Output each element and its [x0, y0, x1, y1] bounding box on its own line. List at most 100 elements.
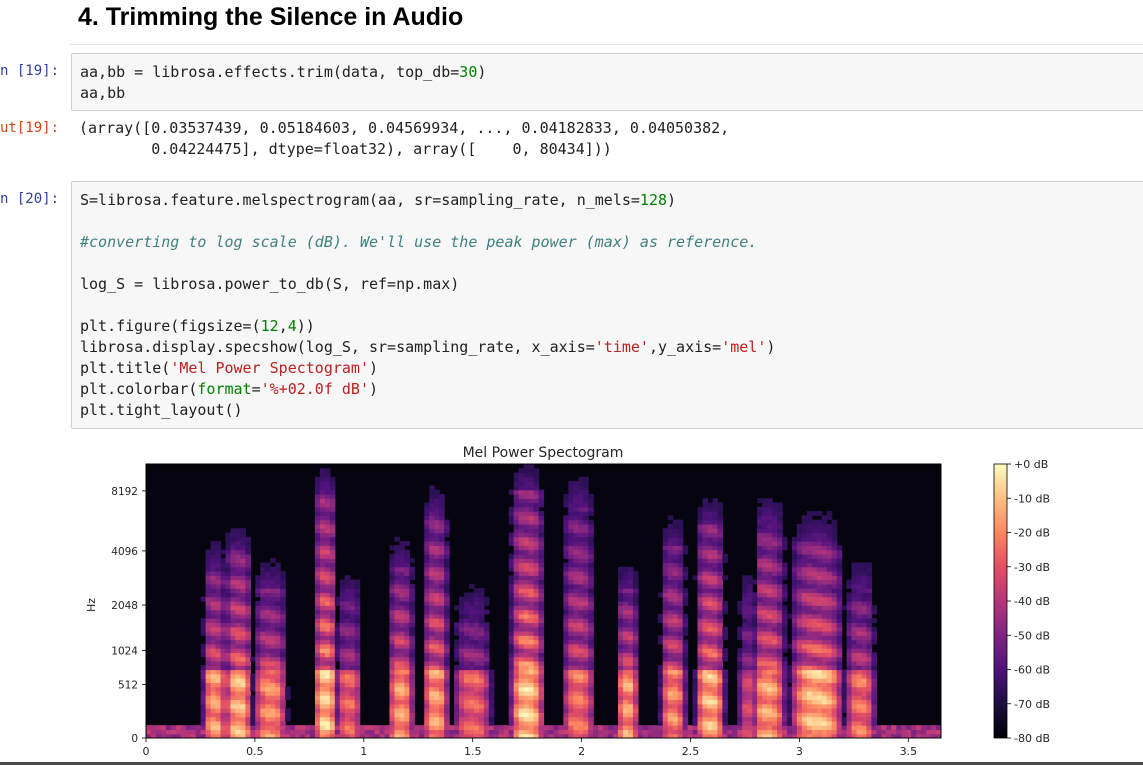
spectrogram-cell	[528, 665, 535, 671]
spectrogram-cell	[513, 583, 520, 589]
spectrogram-cell	[662, 630, 669, 636]
spectrogram-cell	[737, 601, 743, 606]
spectrogram-cell	[702, 575, 709, 581]
spectrogram-cell	[801, 708, 808, 713]
cell-19-code-input[interactable]: aa,bb = librosa.effects.trim(data, top_d…	[71, 53, 1143, 111]
spectrogram-cell	[588, 502, 594, 508]
spectrogram-cell	[389, 622, 396, 628]
spectrogram-cell	[662, 532, 669, 538]
spectrogram-cell	[220, 720, 227, 726]
spectrogram-cell	[677, 618, 684, 624]
spectrogram-cell	[821, 699, 828, 705]
spectrogram-cell	[618, 601, 624, 606]
spectrogram-cell	[424, 703, 430, 709]
spectrogram-cell	[583, 626, 589, 632]
spectrogram-cell	[866, 566, 873, 572]
spectrogram-cell	[578, 493, 584, 499]
spectrogram-cell	[523, 665, 530, 671]
spectrogram-cell	[811, 708, 818, 713]
spectrogram-cell	[275, 571, 281, 576]
spectrogram-cell	[861, 613, 868, 619]
spectrogram-cell	[275, 720, 281, 726]
spectrogram-cell	[667, 626, 674, 632]
spectrogram-cell	[518, 596, 525, 602]
spectrogram-cell	[563, 643, 569, 649]
spectrogram-cell	[861, 716, 868, 722]
spectrogram-cell	[334, 656, 341, 662]
spectrogram-cell	[235, 639, 242, 645]
spectrogram-cell	[747, 630, 753, 636]
spectrogram-cell	[533, 468, 540, 474]
spectrogram-cell	[627, 643, 634, 649]
spectrogram-cell	[260, 729, 266, 735]
code-token: 4	[287, 317, 297, 335]
spectrogram-cell	[568, 528, 574, 534]
spectrogram-cell	[434, 558, 440, 564]
spectrogram-cell	[508, 519, 515, 525]
spectrogram-cell	[762, 708, 768, 713]
spectrogram-cell	[473, 588, 480, 594]
spectrogram-cell	[578, 682, 584, 688]
spectrogram-cell	[772, 579, 778, 585]
spectrogram-cell	[444, 609, 450, 615]
spectrogram-cell	[394, 609, 401, 615]
spectrogram-cell	[399, 639, 405, 645]
spectrogram-cell	[439, 588, 445, 594]
spectrogram-cell	[707, 502, 714, 508]
spectrogram-cell	[513, 635, 520, 641]
spectrogram-cell	[782, 695, 788, 701]
spectrogram-cell	[329, 665, 336, 671]
spectrogram-cell	[772, 660, 778, 666]
spectrogram-cell	[404, 583, 410, 589]
spectrogram-cell	[866, 669, 873, 675]
spectrogram-cell	[538, 665, 545, 671]
spectrogram-cell	[627, 571, 634, 576]
spectrogram-cell	[523, 669, 530, 675]
spectrogram-cell	[280, 596, 286, 602]
spectrogram-cell	[563, 579, 569, 585]
spectrogram-cell	[662, 588, 669, 594]
spectrogram-cell	[836, 609, 843, 615]
spectrogram-cell	[205, 562, 212, 568]
spectrogram-cell	[200, 652, 207, 658]
spectrogram-cell	[329, 601, 336, 606]
spectrogram-cell	[434, 575, 440, 581]
spectrogram-cell	[767, 579, 773, 585]
spectrogram-cell	[339, 678, 346, 683]
spectrogram-cell	[623, 682, 629, 688]
spectrogram-cell	[473, 695, 480, 701]
spectrogram-cell	[642, 725, 649, 731]
spectrogram-cell	[459, 618, 465, 624]
spectrogram-cell	[334, 712, 341, 718]
spectrogram-cell	[826, 686, 833, 692]
spectrogram-cell	[861, 630, 868, 636]
spectrogram-cell	[677, 656, 684, 662]
spectrogram-cell	[508, 669, 515, 675]
cell-20-code-input[interactable]: S=librosa.feature.melspectrogram(aa, sr=…	[71, 181, 1143, 429]
spectrogram-cell	[841, 725, 848, 731]
spectrogram-cell	[702, 528, 709, 534]
spectrogram-cell	[796, 682, 803, 688]
spectrogram-cell	[777, 566, 783, 572]
spectrogram-cell	[831, 519, 838, 525]
spectrogram-cell	[618, 703, 624, 709]
spectrogram-cell	[871, 703, 878, 709]
spectrogram-cell	[767, 571, 773, 576]
spectrogram-cell	[767, 639, 773, 645]
spectrogram-cell	[215, 725, 222, 731]
spectrogram-cell	[523, 639, 530, 645]
spectrogram-cell	[478, 660, 485, 666]
spectrogram-cell	[235, 652, 242, 658]
spectrogram-cell	[354, 596, 361, 602]
x-tick-label: 2.5	[682, 745, 700, 758]
spectrogram-cell	[528, 528, 535, 534]
spectrogram-cell	[354, 605, 361, 611]
spectrogram-cell	[329, 498, 336, 504]
spectrogram-cell	[215, 639, 222, 645]
spectrogram-cell	[801, 566, 808, 572]
spectrogram-cell	[767, 588, 773, 594]
spectrogram-cell	[801, 626, 808, 632]
spectrogram-cell	[667, 635, 674, 641]
spectrogram-cell	[707, 558, 714, 564]
spectrogram-cell	[702, 545, 709, 551]
